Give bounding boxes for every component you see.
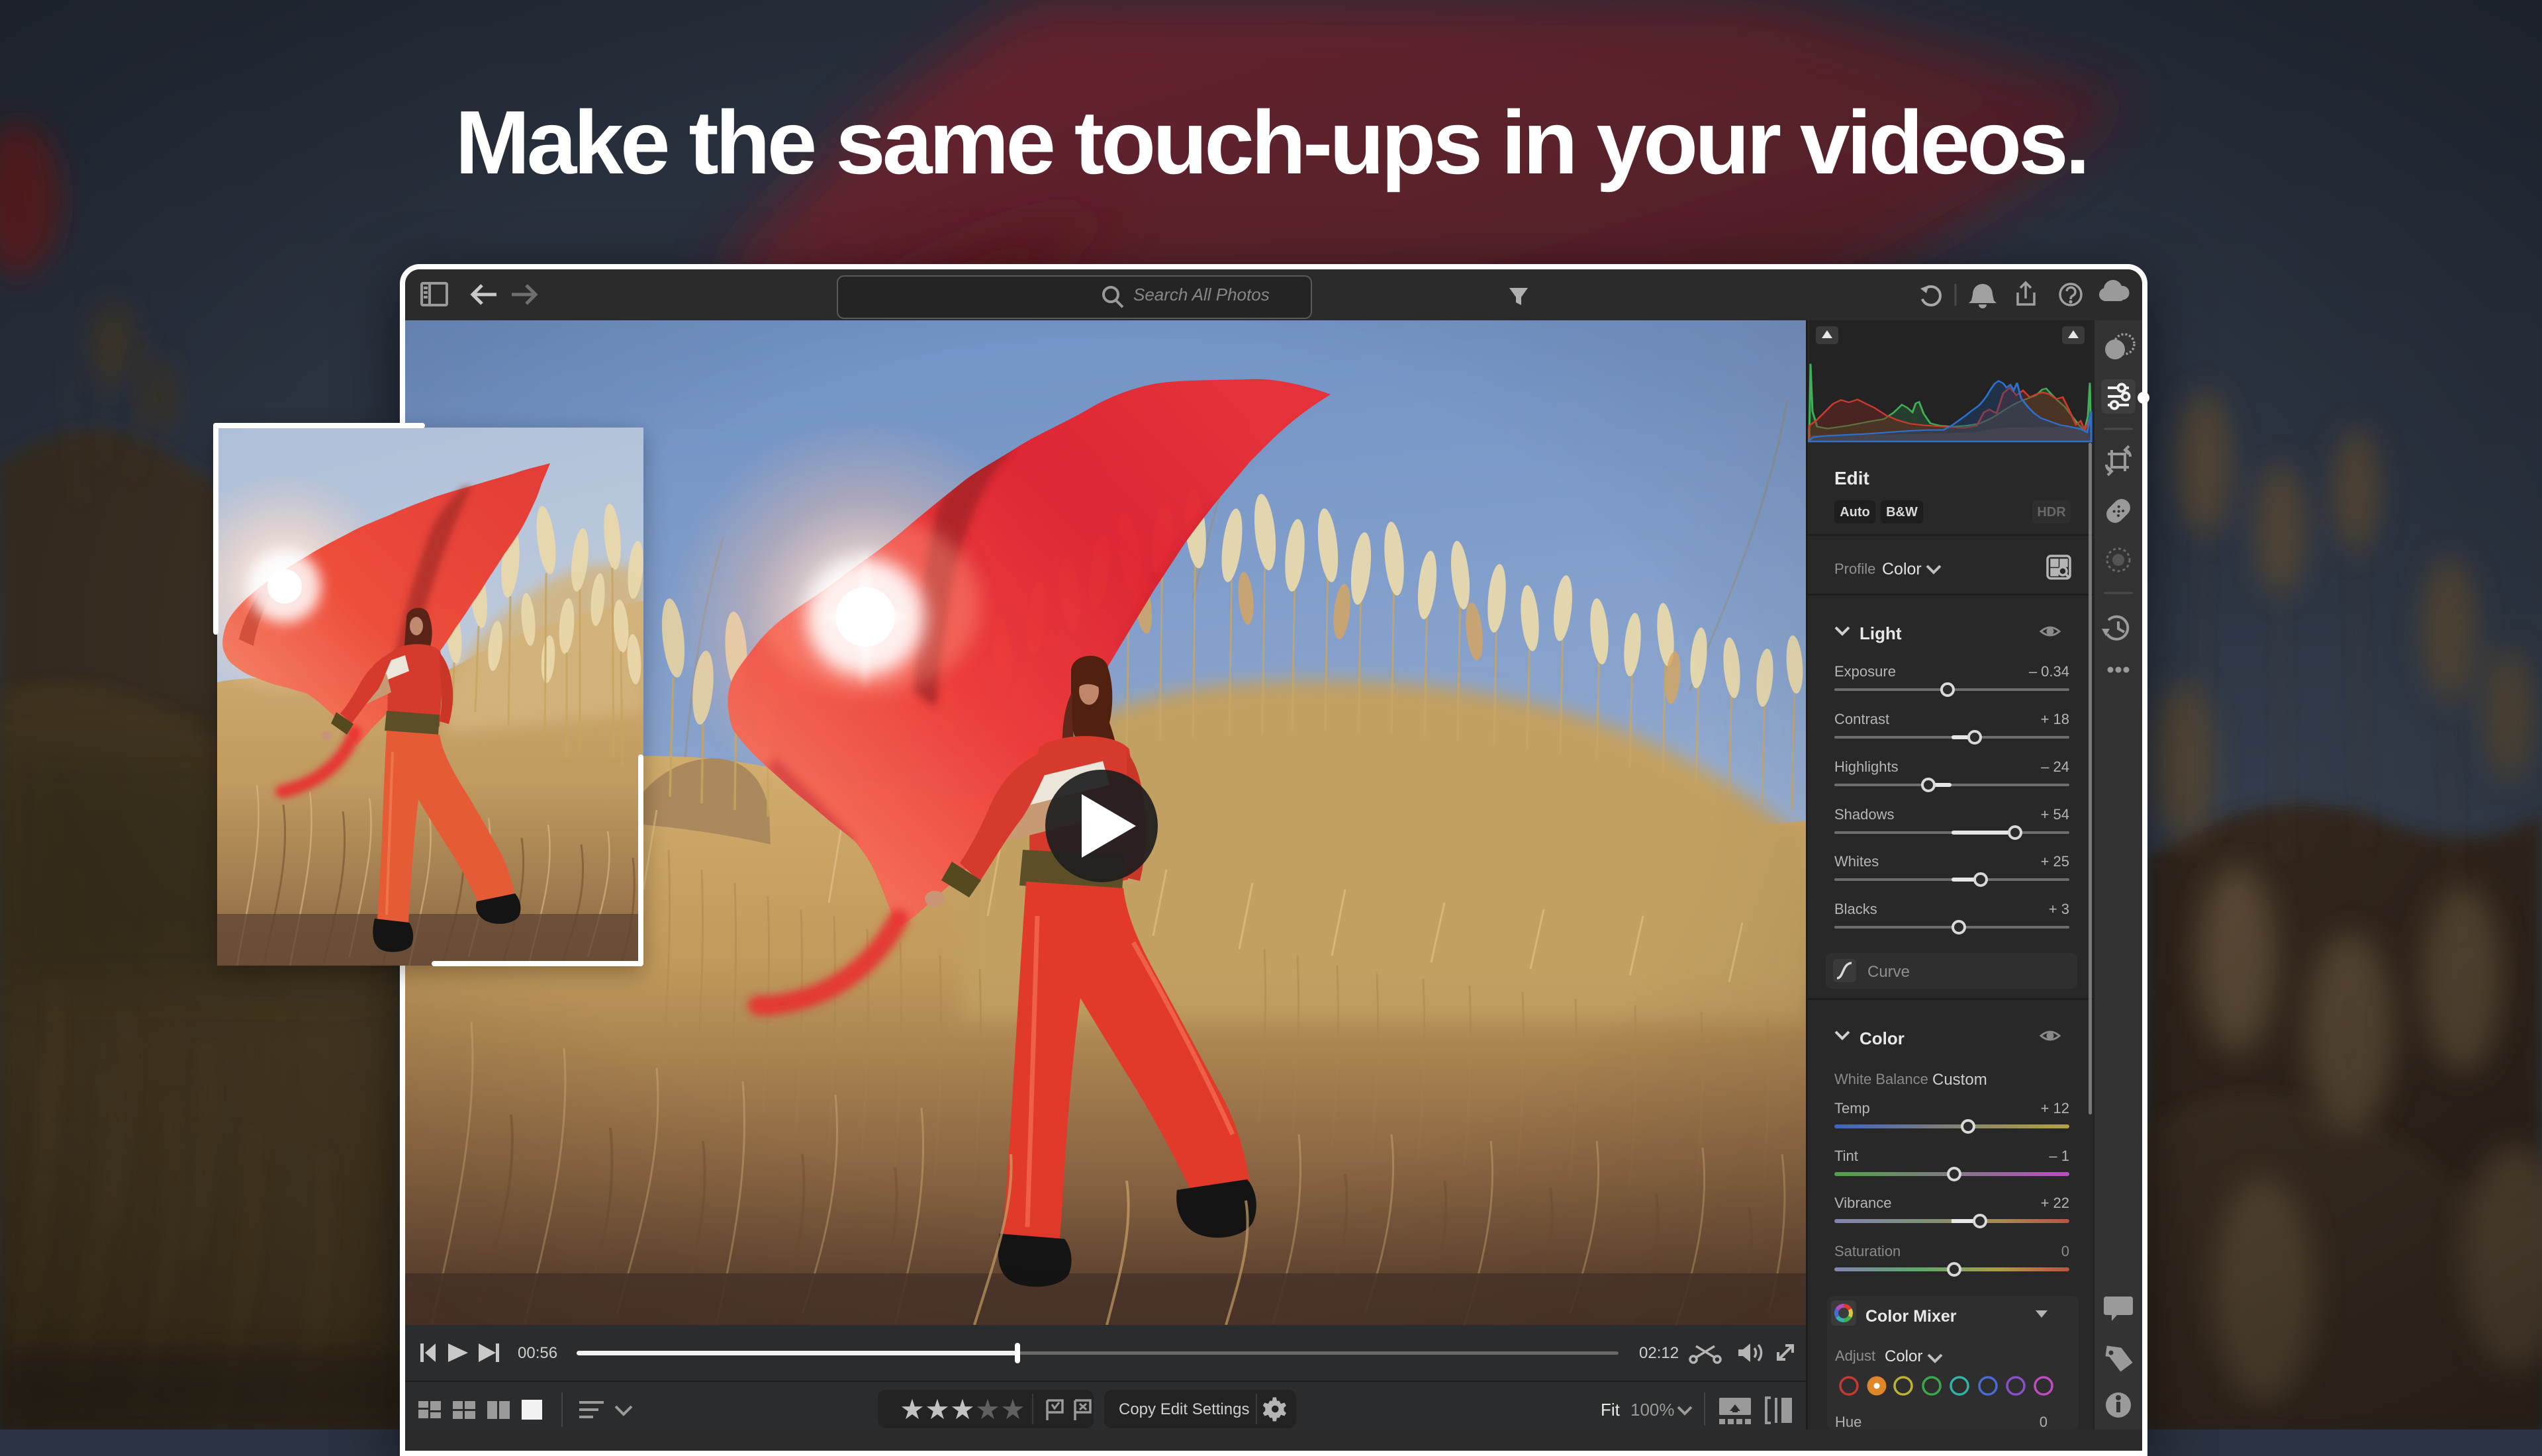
svg-text:White Balance: White Balance <box>1834 1071 1928 1087</box>
svg-text:Auto: Auto <box>1840 505 1870 520</box>
svg-text:Color Mixer: Color Mixer <box>1865 1307 1957 1326</box>
svg-text:Search All Photos: Search All Photos <box>1133 285 1270 304</box>
svg-text:00:56: 00:56 <box>518 1344 557 1362</box>
svg-text:Custom: Custom <box>1932 1071 1987 1089</box>
svg-text:Fit: Fit <box>1601 1400 1621 1420</box>
svg-text:★: ★ <box>925 1394 950 1425</box>
svg-text:Color: Color <box>1882 560 1922 578</box>
svg-text:02:12: 02:12 <box>1639 1344 1679 1362</box>
svg-text:Light: Light <box>1859 623 1902 643</box>
svg-text:Profile: Profile <box>1834 561 1875 577</box>
svg-text:Adjust: Adjust <box>1835 1347 1875 1364</box>
svg-text:0: 0 <box>2040 1414 2048 1430</box>
svg-text:★: ★ <box>1000 1394 1025 1425</box>
svg-text:★: ★ <box>975 1394 1000 1425</box>
svg-text:★: ★ <box>950 1394 975 1425</box>
svg-text:Curve: Curve <box>1867 963 1910 981</box>
svg-text:Hue: Hue <box>1835 1414 1861 1430</box>
svg-text:Copy Edit Settings: Copy Edit Settings <box>1119 1400 1249 1418</box>
svg-text:100%: 100% <box>1630 1400 1675 1420</box>
svg-text:Edit: Edit <box>1834 468 1869 488</box>
svg-text:★: ★ <box>900 1394 925 1425</box>
svg-text:Color: Color <box>1859 1028 1905 1048</box>
svg-text:B&W: B&W <box>1886 505 1918 520</box>
svg-text:Color: Color <box>1885 1347 1922 1365</box>
svg-text:HDR: HDR <box>2037 505 2066 520</box>
